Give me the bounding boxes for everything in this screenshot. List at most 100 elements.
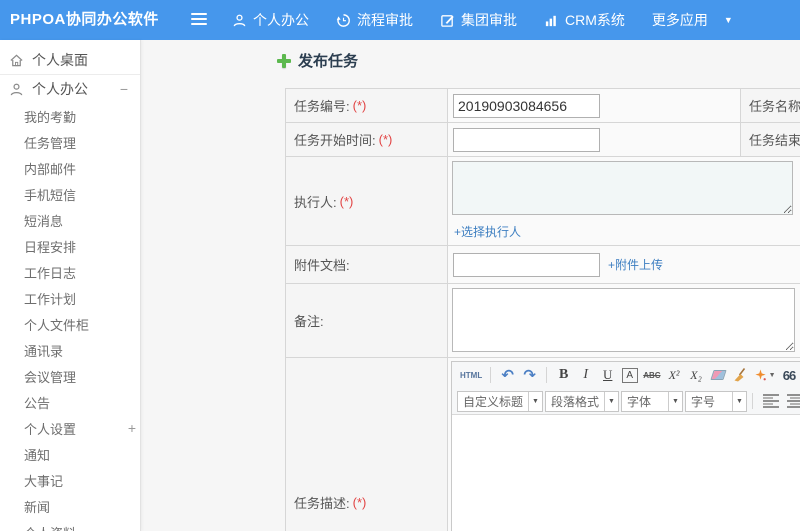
sidebar-item-events[interactable]: 大事记 xyxy=(0,467,140,493)
start-time-label: 任务开始时间: (*) xyxy=(286,123,448,157)
task-no-input[interactable] xyxy=(453,93,600,118)
end-time-label: 任务结束时间:(*) xyxy=(741,123,800,157)
home-icon xyxy=(10,54,23,66)
sparkle-icon xyxy=(754,368,766,380)
nav-item-more-apps[interactable]: 更多应用 ▼ xyxy=(652,10,733,30)
sidebar-item-short-message[interactable]: 短消息 xyxy=(0,207,140,233)
italic-button[interactable]: I xyxy=(577,365,594,385)
required-mark: (*) xyxy=(339,193,354,209)
sidebar-item-news[interactable]: 新闻 xyxy=(0,493,140,519)
auto-typeset-button[interactable]: ▼ xyxy=(754,365,776,385)
strikethrough-button[interactable]: ABC xyxy=(643,365,660,385)
sidebar-item-personal-office[interactable]: 个人办公 − xyxy=(0,75,140,103)
attachment-label: 附件文档: xyxy=(286,246,448,284)
alignment-buttons xyxy=(763,394,800,408)
source-code-button[interactable]: HTML xyxy=(460,365,482,385)
nav-item-crm[interactable]: CRM系统 xyxy=(544,10,625,30)
align-left-button[interactable] xyxy=(763,394,779,408)
bold-button[interactable]: B xyxy=(555,365,572,385)
nav-label: CRM系统 xyxy=(565,12,625,28)
chevron-down-icon: ▼ xyxy=(604,391,618,411)
publish-task-form: 任务编号:(*) 任务名称:(*) 任务开始时间:(*) 任务结束时间:(*) … xyxy=(285,88,800,531)
paragraph-format-dropdown[interactable]: 段落格式 ▼ xyxy=(545,390,619,412)
sidebar-item-internal-mail[interactable]: 内部邮件 xyxy=(0,155,140,181)
user-icon xyxy=(10,83,23,95)
chevron-down-icon: ▼ xyxy=(668,391,682,411)
underline-button[interactable]: U xyxy=(599,365,616,385)
superscript-button[interactable]: X² xyxy=(666,365,683,385)
sidebar: 个人桌面 个人办公 − 我的考勤 任务管理 内部邮件 手机短信 短消息 日程安排… xyxy=(0,40,141,531)
font-size-dropdown[interactable]: 字号 ▼ xyxy=(685,390,747,412)
nav-label: 更多应用 xyxy=(651,12,708,28)
font-family-dropdown[interactable]: 字体 ▼ xyxy=(621,390,683,412)
toolbar-separator xyxy=(546,367,548,383)
nav-item-group-approval[interactable]: 集团审批 xyxy=(440,10,517,30)
topbar: PHPOA协同办公软件 个人办公 流程审批 集团审批 CRM系统 更多应用 ▼ xyxy=(0,0,800,40)
toolbar-separator xyxy=(490,367,492,383)
char-border-button[interactable]: A xyxy=(621,365,638,385)
sidebar-item-work-log[interactable]: 工作日志 xyxy=(0,259,140,285)
process-icon xyxy=(336,13,350,27)
sidebar-item-desktop[interactable]: 个人桌面 xyxy=(0,46,140,74)
task-description-label: 任务描述: (*) xyxy=(286,358,448,531)
rich-text-editor: HTML ↶ ↷ B I U A ABC X² X₂ ▼ 66 自定义标题 ▼ … xyxy=(451,361,800,531)
sidebar-item-task-management[interactable]: 任务管理 xyxy=(0,129,140,155)
collapse-icon[interactable]: − xyxy=(120,81,128,97)
blockquote-button[interactable]: 66 xyxy=(781,365,798,385)
nav-label: 流程审批 xyxy=(357,12,413,28)
undo-button[interactable]: ↶ xyxy=(499,365,516,385)
nav-item-process-approval[interactable]: 流程审批 xyxy=(336,10,413,30)
sidebar-item-file-cabinet[interactable]: 个人文件柜 xyxy=(0,311,140,337)
remark-textarea[interactable] xyxy=(452,288,795,352)
sidebar-item-sms[interactable]: 手机短信 xyxy=(0,181,140,207)
sidebar-item-clipped[interactable]: 个人资料 xyxy=(0,519,140,531)
sidebar-item-label: 个人办公 xyxy=(32,81,88,97)
boxed-a-icon: A xyxy=(621,367,638,383)
sidebar-item-work-plan[interactable]: 工作计划 xyxy=(0,285,140,311)
toolbar-separator xyxy=(752,393,753,409)
eraser-button[interactable] xyxy=(709,365,727,385)
executor-label: 执行人: (*) xyxy=(286,157,448,246)
custom-heading-dropdown[interactable]: 自定义标题 ▼ xyxy=(457,390,543,412)
page-header: 发布任务 xyxy=(277,50,358,71)
redo-button[interactable]: ↷ xyxy=(521,365,538,385)
sidebar-item-notice[interactable]: 通知 xyxy=(0,441,140,467)
required-mark: (*) xyxy=(378,132,393,147)
executor-textarea[interactable] xyxy=(452,161,793,215)
chevron-down-icon: ▼ xyxy=(768,371,776,379)
add-icon xyxy=(277,53,291,68)
align-center-button[interactable] xyxy=(787,394,800,408)
chevron-down-icon[interactable]: ▼ xyxy=(724,15,733,25)
sidebar-item-attendance[interactable]: 我的考勤 xyxy=(0,103,140,129)
edit-icon xyxy=(441,14,454,27)
sidebar-item-announcement[interactable]: 公告 xyxy=(0,389,140,415)
top-nav: 个人办公 流程审批 集团审批 CRM系统 更多应用 ▼ xyxy=(232,0,733,40)
start-time-input[interactable] xyxy=(453,127,600,152)
sidebar-item-personal-settings[interactable]: 个人设置 + xyxy=(0,415,140,441)
editor-toolbar-row1: HTML ↶ ↷ B I U A ABC X² X₂ ▼ 66 xyxy=(452,362,800,388)
page-title: 发布任务 xyxy=(298,53,359,70)
required-mark: (*) xyxy=(352,98,367,113)
task-no-label: 任务编号: (*) xyxy=(286,89,448,123)
menu-icon[interactable] xyxy=(191,13,207,27)
task-name-label: 任务名称:(*) xyxy=(741,89,800,123)
app-logo: PHPOA协同办公软件 xyxy=(10,11,159,28)
brush-icon xyxy=(734,368,746,382)
sidebar-item-meeting[interactable]: 会议管理 xyxy=(0,363,140,389)
select-executor-link[interactable]: +选择执行人 xyxy=(454,223,521,240)
sidebar-item-schedule[interactable]: 日程安排 xyxy=(0,233,140,259)
editor-body[interactable] xyxy=(452,415,800,531)
chevron-down-icon: ▼ xyxy=(528,391,542,411)
nav-item-personal-office[interactable]: 个人办公 xyxy=(232,10,309,30)
eraser-icon xyxy=(709,370,727,380)
remark-label: 备注: xyxy=(286,284,448,358)
sidebar-item-contacts[interactable]: 通讯录 xyxy=(0,337,140,363)
user-icon xyxy=(233,14,246,26)
format-brush-button[interactable] xyxy=(732,365,749,385)
app-window: PHPOA协同办公软件 个人办公 流程审批 集团审批 CRM系统 更多应用 ▼ xyxy=(0,0,800,531)
attachment-input[interactable] xyxy=(453,252,600,277)
expand-icon[interactable]: + xyxy=(128,420,136,436)
editor-toolbar-row2: 自定义标题 ▼ 段落格式 ▼ 字体 ▼ 字号 ▼ xyxy=(452,388,800,415)
subscript-button[interactable]: X₂ xyxy=(688,365,705,385)
attachment-upload-link[interactable]: +附件上传 xyxy=(608,256,663,273)
